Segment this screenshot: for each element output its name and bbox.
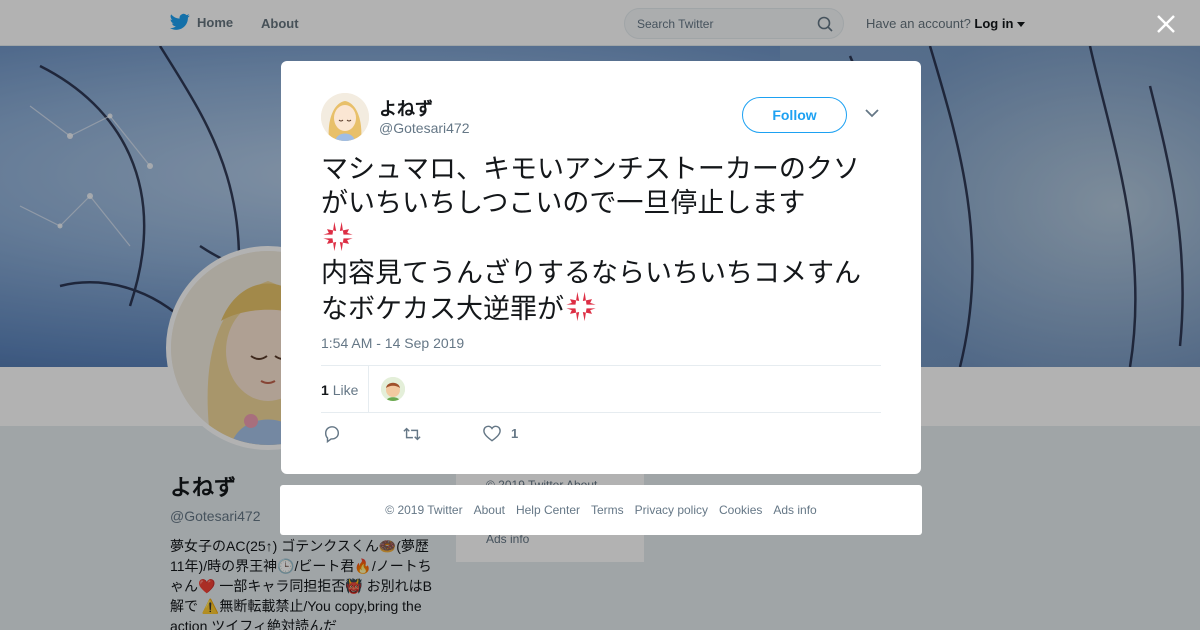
anger-emoji-icon bbox=[323, 221, 353, 252]
modal-footer: © 2019 Twitter About Help Center Terms P… bbox=[280, 485, 922, 535]
footer-privacy-link[interactable]: Privacy policy bbox=[635, 503, 708, 517]
likes-label: Like bbox=[332, 382, 359, 398]
reply-icon[interactable] bbox=[323, 425, 341, 443]
likes-count: 1 bbox=[321, 382, 329, 398]
tweet-text-part1: マシュマロ、キモいアンチストーカーのクソがいちいちしつこいので一旦停止します bbox=[321, 154, 860, 219]
tweet-author-avatar[interactable] bbox=[321, 93, 369, 141]
footer-terms-link[interactable]: Terms bbox=[591, 503, 624, 517]
tweet-modal: よねず @Gotesari472 Follow マシュマロ、キモいアンチストーカ… bbox=[281, 61, 921, 474]
tweet-text: マシュマロ、キモいアンチストーカーのクソがいちいちしつこいので一旦停止します 内… bbox=[321, 153, 881, 327]
like-heart-icon[interactable] bbox=[483, 425, 501, 442]
follow-button[interactable]: Follow bbox=[742, 97, 847, 133]
action-like-count: 1 bbox=[511, 426, 519, 441]
likes-stat[interactable]: 1 Like bbox=[321, 382, 358, 398]
footer-ads-link[interactable]: Ads info bbox=[773, 503, 816, 517]
footer-copyright: © 2019 Twitter bbox=[385, 503, 463, 517]
tweet-author-handle[interactable]: @Gotesari472 bbox=[379, 120, 469, 136]
author-avatar-illustration bbox=[321, 93, 369, 141]
retweet-icon[interactable] bbox=[402, 425, 422, 443]
tweet-actions: 1 bbox=[321, 423, 881, 447]
stats-divider bbox=[368, 366, 369, 412]
tweet-stats: 1 Like bbox=[321, 365, 881, 413]
anger-emoji-icon bbox=[566, 291, 596, 322]
footer-cookies-link[interactable]: Cookies bbox=[719, 503, 762, 517]
chevron-down-icon[interactable] bbox=[865, 109, 879, 118]
close-icon[interactable] bbox=[1152, 10, 1180, 38]
liker-avatar-illustration bbox=[381, 377, 405, 401]
tweet-author-name[interactable]: よねず bbox=[379, 95, 433, 121]
footer-about-link[interactable]: About bbox=[474, 503, 505, 517]
tweet-timestamp[interactable]: 1:54 AM - 14 Sep 2019 bbox=[321, 335, 464, 351]
liker-avatar[interactable] bbox=[381, 377, 405, 401]
footer-help-link[interactable]: Help Center bbox=[516, 503, 580, 517]
